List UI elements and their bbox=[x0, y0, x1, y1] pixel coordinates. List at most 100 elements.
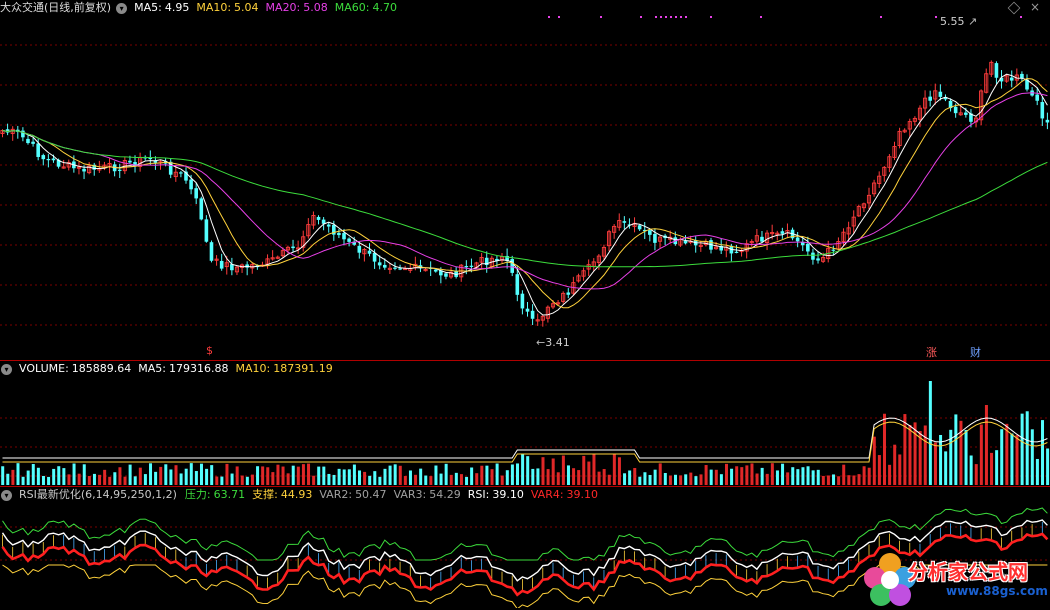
candle-body bbox=[1009, 77, 1014, 81]
volume-bar bbox=[357, 470, 361, 485]
volume-bar bbox=[352, 464, 356, 485]
volume-bar bbox=[1035, 458, 1039, 485]
close-x-icon[interactable]: × bbox=[1030, 0, 1040, 14]
candle-body bbox=[444, 273, 448, 277]
volume-bar bbox=[648, 474, 652, 485]
volume-bar bbox=[623, 473, 627, 485]
ma10-line bbox=[2, 77, 1048, 309]
volume-bar bbox=[521, 453, 525, 485]
volume-bar bbox=[449, 474, 453, 485]
volume-bar bbox=[745, 465, 749, 485]
volume-bar bbox=[908, 425, 912, 485]
main-price-panel[interactable] bbox=[0, 60, 1050, 327]
rsi-indicator-4: RSI: 39.10 bbox=[467, 488, 524, 501]
candle-body bbox=[117, 169, 122, 171]
signal-dot bbox=[655, 16, 657, 18]
volume-bar bbox=[954, 414, 958, 485]
volume-bar bbox=[561, 455, 565, 485]
candle-body bbox=[398, 268, 402, 270]
volume-bar bbox=[266, 467, 270, 485]
volume-bar bbox=[566, 465, 570, 485]
volume-bar bbox=[770, 463, 774, 485]
volume-bar bbox=[434, 465, 438, 485]
volume-bar bbox=[1046, 448, 1050, 485]
watermark-url: www.88gs.com bbox=[946, 584, 1048, 598]
event-marker-rise[interactable]: 涨 bbox=[926, 344, 937, 360]
low-price-label: ←3.41 bbox=[536, 336, 570, 349]
candle-body bbox=[194, 188, 198, 199]
volume-bar bbox=[699, 474, 703, 485]
volume-bar bbox=[663, 473, 667, 485]
volume-bar bbox=[454, 472, 458, 485]
volume-bar bbox=[724, 463, 728, 485]
volume-bar bbox=[516, 463, 520, 485]
volume-bar bbox=[913, 422, 917, 485]
high-price-label: 5.55 ↗ bbox=[940, 15, 978, 28]
main-indicator-2: MA20: 5.08 bbox=[265, 1, 328, 14]
candle-body bbox=[46, 158, 51, 161]
volume-bar bbox=[11, 469, 15, 485]
chart-canvas[interactable] bbox=[0, 0, 1050, 608]
volume-bar bbox=[82, 464, 86, 485]
candle-body bbox=[780, 231, 785, 234]
candle-body bbox=[964, 112, 968, 115]
volume-bar bbox=[210, 465, 214, 485]
volume-bar bbox=[714, 469, 718, 485]
volume-bar bbox=[184, 468, 188, 485]
volume-bar bbox=[490, 469, 494, 485]
volume-bar bbox=[16, 463, 20, 485]
signal-dot bbox=[600, 16, 602, 18]
rsi-indicator-name: RSI最新优化(6,14,95,250,1,2) bbox=[19, 488, 177, 501]
volume-bar bbox=[250, 474, 254, 485]
main-panel-header: 大众交通(日线,前复权) ▾ MA5: 4.95 MA10: 5.04 MA20: 5.08 M… bbox=[0, 0, 411, 16]
volume-bar bbox=[984, 405, 988, 485]
event-marker-dollar[interactable]: $ bbox=[206, 344, 213, 357]
candle-body bbox=[811, 252, 815, 260]
candle-body bbox=[637, 225, 642, 230]
volume-bar bbox=[740, 467, 744, 485]
volume-bar bbox=[98, 474, 102, 485]
volume-bar bbox=[1025, 411, 1029, 485]
volume-bar bbox=[398, 465, 402, 485]
volume-bar bbox=[123, 476, 127, 485]
volume-bar bbox=[821, 475, 825, 485]
volume-bar bbox=[133, 476, 137, 485]
volume-bar bbox=[322, 466, 326, 485]
volume-bar bbox=[103, 469, 107, 485]
signal-dot bbox=[660, 16, 662, 18]
volume-bar bbox=[113, 472, 117, 485]
signal-dot bbox=[548, 16, 550, 18]
candle-body bbox=[734, 251, 739, 253]
chevron-down-icon[interactable]: ▾ bbox=[1, 363, 12, 375]
volume-bar bbox=[332, 474, 336, 485]
candle-body bbox=[148, 157, 153, 160]
volume-bar bbox=[174, 465, 178, 485]
volume-bar bbox=[882, 413, 886, 485]
volume-bar bbox=[256, 466, 260, 485]
candle-body bbox=[938, 91, 943, 97]
candle-body bbox=[653, 233, 657, 243]
candle-body bbox=[525, 308, 530, 312]
rsi-panel-header: ▾ RSI最新优化(6,14,95,250,1,2) 压力: 63.71 支撑: 44.9… bbox=[0, 487, 612, 503]
volume-bar bbox=[872, 436, 876, 485]
candle-body bbox=[800, 242, 805, 246]
candle-body bbox=[199, 198, 204, 220]
volume-bar bbox=[689, 472, 693, 485]
volume-bar bbox=[867, 467, 871, 485]
volume-bar bbox=[582, 455, 586, 485]
candle-body bbox=[367, 250, 372, 254]
volume-ma10-line bbox=[2, 421, 1048, 463]
volume-bar bbox=[92, 473, 96, 485]
volume-bar bbox=[577, 470, 581, 485]
volume-bar bbox=[57, 466, 61, 485]
volume-panel[interactable] bbox=[1, 381, 1050, 485]
volume-bar bbox=[597, 471, 601, 485]
volume-bar bbox=[439, 473, 443, 485]
volume-bar bbox=[510, 464, 514, 485]
chevron-down-icon[interactable]: ▾ bbox=[116, 2, 128, 14]
rsi-indicator-5: VAR4: 39.10 bbox=[530, 488, 599, 501]
chevron-down-icon[interactable]: ▾ bbox=[1, 489, 12, 501]
volume-bar bbox=[164, 464, 168, 485]
volume-bar bbox=[6, 473, 10, 485]
event-marker-finance[interactable]: 财 bbox=[970, 344, 981, 360]
